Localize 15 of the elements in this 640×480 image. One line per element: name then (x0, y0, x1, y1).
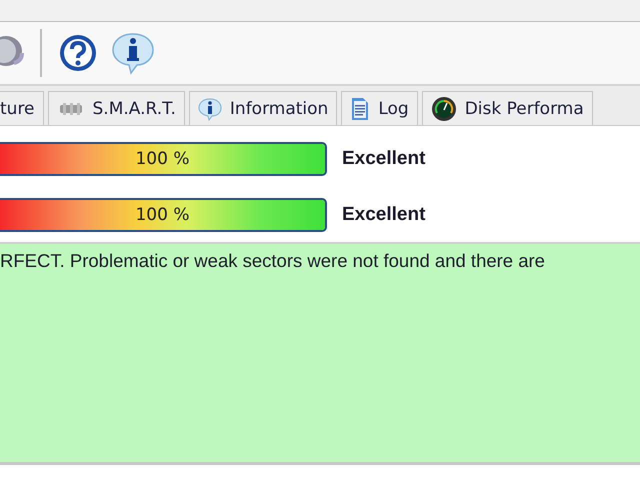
health-bar: 100 % (0, 142, 327, 176)
tab[interactable]: Information (188, 91, 338, 125)
tab[interactable]: S.M.A.R.T. (48, 91, 185, 125)
health-bar: 100 % (0, 198, 327, 232)
document-icon (350, 96, 370, 120)
rating-label: Excellent (342, 204, 426, 226)
tab[interactable]: Log (341, 91, 418, 125)
help-icon[interactable] (58, 33, 98, 73)
rating-label: Excellent (342, 148, 426, 170)
gauge-icon (430, 96, 457, 122)
status-message: RFECT. Problematic or weak sectors were not found and there are (0, 250, 545, 271)
info-icon[interactable] (111, 31, 155, 75)
tab[interactable]: ture (0, 91, 44, 125)
info-icon (198, 96, 222, 120)
tab[interactable]: Disk Performa (422, 91, 593, 125)
